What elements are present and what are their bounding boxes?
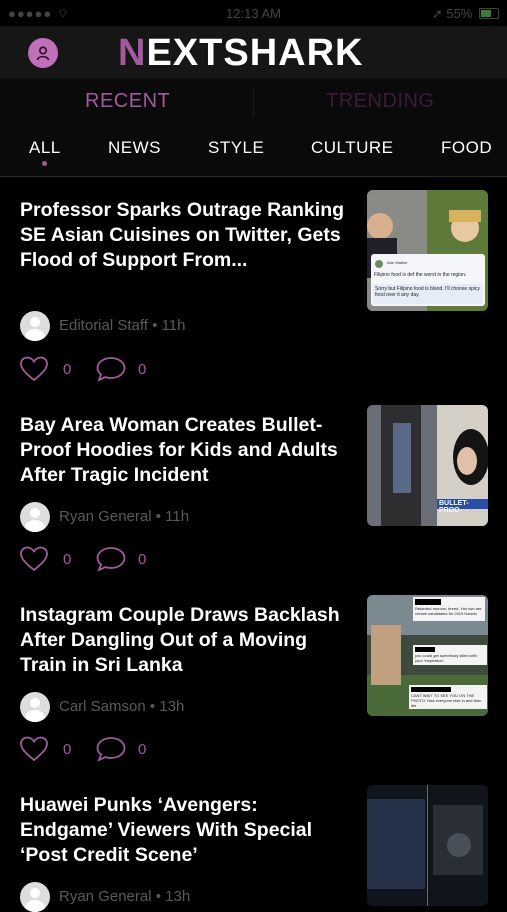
article-title[interactable]: Huawei Punks ‘Avengers: Endgame’ Viewers… xyxy=(20,793,355,868)
tweet-reply: Sorry but Filipino food is bland. I'll c… xyxy=(375,286,480,298)
profile-button[interactable] xyxy=(28,38,58,68)
author-meta: Editorial Staff • 11h xyxy=(59,317,186,334)
comment-icon[interactable] xyxy=(96,736,126,762)
avatar xyxy=(20,692,50,722)
segment-divider xyxy=(253,88,254,118)
comment-count: 0 xyxy=(138,361,147,378)
thumbnail-comment: Retarded morons, breed. You two are cert… xyxy=(415,606,482,616)
location-icon: ➚ xyxy=(431,6,443,21)
app-logo: NEXTSHARK xyxy=(118,32,364,74)
author-meta: Ryan General • 11h xyxy=(59,508,190,525)
article-thumbnail[interactable] xyxy=(367,785,488,906)
article-thumbnail[interactable]: Ade Walker Filipino food is def the wors… xyxy=(367,190,488,311)
like-count: 0 xyxy=(63,741,72,758)
article-title[interactable]: Bay Area Woman Creates Bullet-Proof Hood… xyxy=(20,413,355,488)
thumbnail-caption: BULLET-PROO xyxy=(439,500,469,514)
battery-percent: 55% xyxy=(446,6,473,21)
category-news[interactable]: NEWS xyxy=(108,138,161,158)
article-title[interactable]: Instagram Couple Draws Backlash After Da… xyxy=(20,603,355,678)
comment-icon[interactable] xyxy=(96,546,126,572)
like-count: 0 xyxy=(63,361,72,378)
heart-icon[interactable] xyxy=(20,356,48,382)
category-style[interactable]: STYLE xyxy=(208,138,264,158)
like-count: 0 xyxy=(63,551,72,568)
thumbnail-comment: CANT WAIT TO SEE YOU ON THE PHOTO. Has e… xyxy=(411,693,482,708)
battery-icon xyxy=(479,8,499,19)
heart-icon[interactable] xyxy=(20,546,48,572)
author-meta: Ryan General • 13h xyxy=(59,888,191,905)
feed-segment-bar: RECENT TRENDING xyxy=(0,78,507,128)
comment-count: 0 xyxy=(138,551,147,568)
avatar xyxy=(20,502,50,532)
thumbnail-comment: you could get somebody killed with your … xyxy=(415,653,477,663)
article-thumbnail[interactable]: Retarded morons, breed. You two are cert… xyxy=(367,595,488,716)
tab-recent[interactable]: RECENT xyxy=(85,90,170,113)
avatar xyxy=(20,882,50,912)
category-culture[interactable]: CULTURE xyxy=(311,138,394,158)
category-tabs: ALL NEWS STYLE CULTURE FOOD xyxy=(0,128,507,177)
tweet-text: Filipino food is def the worst in the re… xyxy=(374,272,467,278)
app-header: NEXTSHARK xyxy=(0,26,507,78)
article-thumbnail[interactable]: BULLET-PROO xyxy=(367,405,488,526)
tweet-author: Ade Walker xyxy=(387,260,408,265)
avatar xyxy=(20,311,50,341)
comment-icon[interactable] xyxy=(96,356,126,382)
category-all[interactable]: ALL xyxy=(29,138,61,158)
status-right: ➚ 55% xyxy=(432,6,499,22)
heart-icon[interactable] xyxy=(20,736,48,762)
active-category-indicator xyxy=(42,161,47,166)
tab-trending[interactable]: TRENDING xyxy=(326,90,434,113)
category-food[interactable]: FOOD xyxy=(441,138,492,158)
status-bar: ●●●●● ⌔ 12:13 AM ➚ 55% xyxy=(0,0,507,26)
thumbnail-image xyxy=(367,785,488,906)
article-title[interactable]: Professor Sparks Outrage Ranking SE Asia… xyxy=(20,198,355,273)
comment-count: 0 xyxy=(138,741,147,758)
user-icon xyxy=(36,46,50,61)
author-meta: Carl Samson • 13h xyxy=(59,698,185,715)
